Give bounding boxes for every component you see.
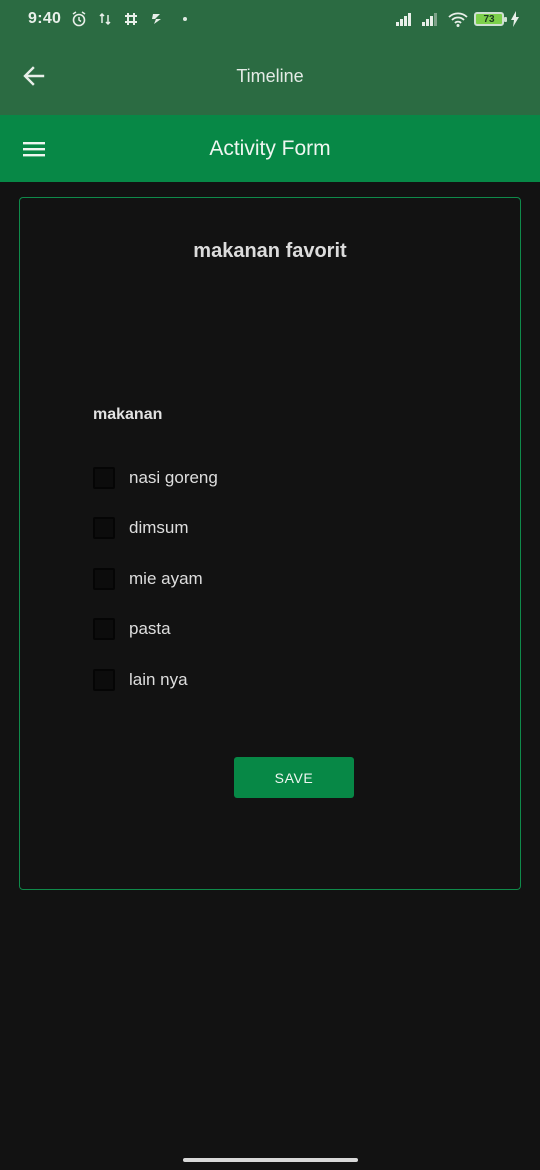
top-bar: Timeline: [0, 38, 540, 115]
checkbox-option-mie-ayam[interactable]: mie ayam: [93, 565, 203, 593]
checkbox[interactable]: [93, 618, 115, 640]
notification-icon: [152, 14, 162, 24]
checkbox-option-pasta[interactable]: pasta: [93, 615, 171, 643]
signal-icon: [396, 13, 411, 26]
save-button[interactable]: SAVE: [234, 757, 354, 798]
form-card: makanan favorit makanan nasi goreng dims…: [19, 197, 521, 890]
checkbox-label: nasi goreng: [129, 468, 218, 487]
hamburger-menu-icon: [23, 142, 45, 157]
status-time: 9:40: [28, 10, 62, 27]
arrow-left-icon: [23, 66, 45, 86]
checkbox-option-lain-nya[interactable]: lain nya: [93, 666, 188, 694]
checkbox[interactable]: [93, 669, 115, 691]
data-transfer-icon: [99, 12, 111, 26]
checkbox[interactable]: [93, 568, 115, 590]
wifi-icon: [448, 12, 468, 27]
back-button[interactable]: [20, 62, 48, 90]
app-bar-title: Activity Form: [209, 136, 331, 160]
slack-icon: [125, 13, 138, 25]
signal-icon: [422, 13, 437, 26]
app-bar: Activity Form: [0, 115, 540, 182]
menu-button[interactable]: [20, 135, 48, 163]
battery-icon: 73: [474, 12, 507, 26]
charging-icon: [511, 11, 519, 27]
battery-level: 73: [483, 13, 495, 25]
checkbox-label: dimsum: [129, 518, 189, 537]
more-notifications-dot: [183, 17, 188, 21]
checkbox[interactable]: [93, 517, 115, 539]
form-title: makanan favorit: [193, 240, 347, 262]
checkbox-label: mie ayam: [129, 569, 203, 588]
alarm-icon: [72, 11, 86, 27]
checkbox[interactable]: [93, 467, 115, 489]
checkbox-label: lain nya: [129, 670, 188, 689]
checkbox-group-label: makanan: [93, 406, 163, 423]
home-indicator[interactable]: [183, 1158, 358, 1162]
checkbox-option-dimsum[interactable]: dimsum: [93, 514, 189, 542]
top-bar-title: Timeline: [236, 66, 304, 86]
checkbox-label: pasta: [129, 619, 171, 638]
checkbox-option-nasi-goreng[interactable]: nasi goreng: [93, 464, 218, 492]
status-bar: 9:40 73: [0, 0, 540, 38]
